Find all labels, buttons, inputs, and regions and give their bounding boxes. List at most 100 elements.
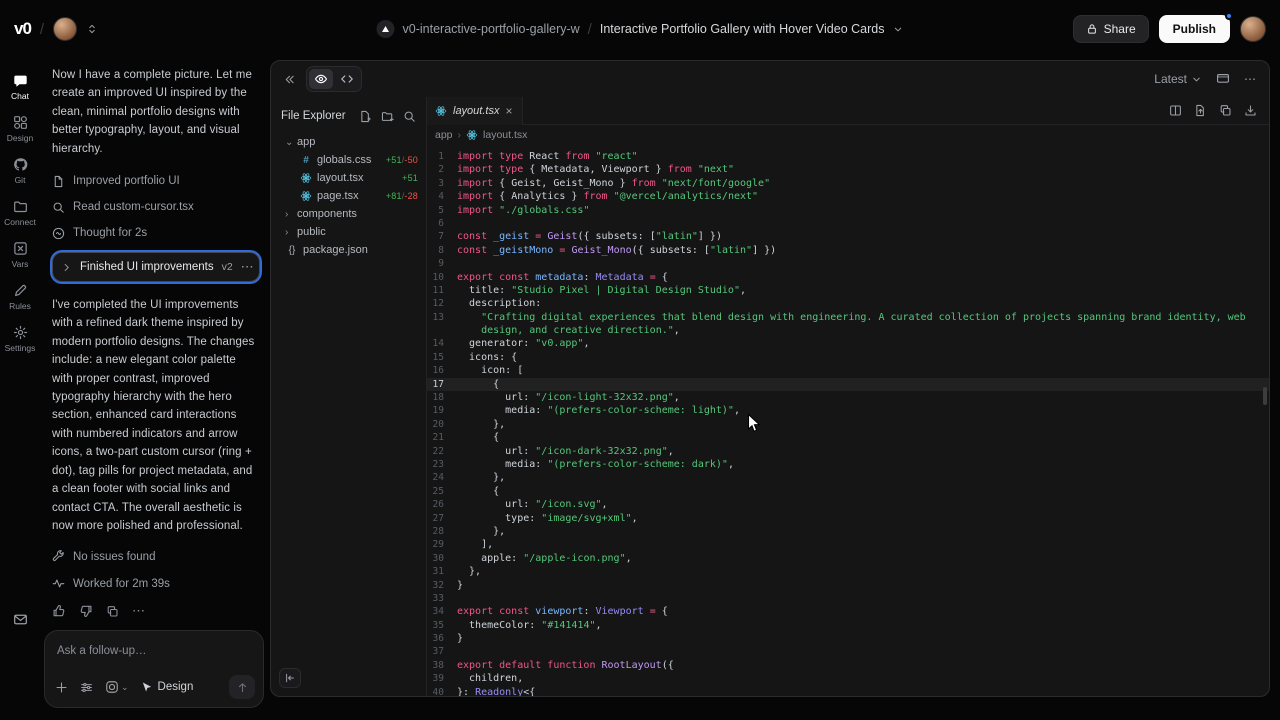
line-number: 13 <box>427 311 457 324</box>
tool-row[interactable]: Thought for 2s <box>52 220 260 246</box>
tree-item-app[interactable]: ⌄app <box>271 133 426 151</box>
file-explorer: File Explorer ⌄app#globals.css+51/-50lay… <box>271 97 427 696</box>
rail-item-label: Connect <box>4 217 36 227</box>
tree-item-page-tsx[interactable]: page.tsx+81/-28 <box>271 187 426 205</box>
code-line: 7const _geist = Geist({ subsets: ["latin… <box>427 230 1269 243</box>
code-text: type: "image/svg+xml", <box>457 512 638 525</box>
wrench-icon <box>52 550 65 563</box>
send-button[interactable] <box>229 675 255 699</box>
line-number: 4 <box>427 190 457 203</box>
close-tab-icon[interactable]: × <box>505 104 512 118</box>
tree-item-layout-tsx[interactable]: layout.tsx+51 <box>271 169 426 187</box>
code-line: 9 <box>427 257 1269 270</box>
tool-row-label: Read custom-cursor.tsx <box>73 201 194 213</box>
rail-item-connect[interactable]: Connect <box>0 192 40 234</box>
mail-icon[interactable] <box>13 612 28 627</box>
project-avatar[interactable] <box>377 20 395 38</box>
settings-sliders-icon[interactable] <box>80 681 93 694</box>
design-mode-button[interactable]: Design <box>141 681 194 693</box>
code-line: 40}: Readonly<{ <box>427 686 1269 696</box>
account-avatar[interactable] <box>1240 16 1266 42</box>
breadcrumb-folder[interactable]: app <box>435 129 453 141</box>
code-line: 12 description: <box>427 297 1269 310</box>
breadcrumb-chat-title[interactable]: Interactive Portfolio Gallery with Hover… <box>600 22 885 36</box>
chevron-down-icon[interactable] <box>892 24 903 35</box>
new-folder-icon[interactable] <box>381 110 394 123</box>
file-icon <box>52 175 65 188</box>
publish-button[interactable]: Publish <box>1159 15 1230 43</box>
react-icon <box>299 172 313 184</box>
rail-item-settings[interactable]: Settings <box>0 318 40 360</box>
new-file-icon[interactable] <box>359 110 372 123</box>
code-text: import { Analytics } from "@vercel/analy… <box>457 190 758 203</box>
split-panel-icon[interactable] <box>1169 104 1182 117</box>
collapse-sidebar-button[interactable] <box>279 668 301 688</box>
rail-item-design[interactable]: Design <box>0 108 40 150</box>
follow-up-input[interactable] <box>57 645 253 657</box>
more-options-icon[interactable]: ⋯ <box>241 259 255 275</box>
line-number: 3 <box>427 177 457 190</box>
tree-item-globals-css[interactable]: #globals.css+51/-50 <box>271 151 426 169</box>
search-icon[interactable] <box>403 110 416 123</box>
thumbs-down-icon[interactable] <box>79 604 93 618</box>
composer: ⌄ Design <box>44 630 264 708</box>
line-number: 2 <box>427 163 457 176</box>
user-avatar[interactable] <box>53 17 77 41</box>
version-dropdown[interactable]: Latest <box>1154 72 1202 86</box>
scrollbar-thumb[interactable] <box>1263 387 1267 405</box>
code-text: }, <box>457 418 505 431</box>
download-icon[interactable] <box>1244 104 1257 117</box>
line-number: 24 <box>427 471 457 484</box>
rail-item-vars[interactable]: Vars <box>0 234 40 276</box>
breadcrumb-project[interactable]: v0-interactive-portfolio-gallery-w <box>403 22 580 36</box>
share-button[interactable]: Share <box>1073 15 1149 43</box>
code-toggle-button[interactable] <box>335 69 359 89</box>
copy-icon[interactable] <box>1219 104 1232 117</box>
code-editor[interactable]: 1import type React from "react"2import t… <box>427 145 1269 696</box>
status-row: Worked for 2m 39s <box>52 570 260 597</box>
github-icon <box>13 157 28 172</box>
tool-row[interactable]: Improved portfolio UI <box>52 168 260 194</box>
line-number: 39 <box>427 672 457 685</box>
device-preview-icon[interactable] <box>1216 72 1230 86</box>
line-number: 19 <box>427 404 457 417</box>
status-row-label: No issues found <box>73 551 155 563</box>
line-number: 16 <box>427 364 457 377</box>
diff-stats: +51 <box>402 173 418 183</box>
rail-item-git[interactable]: Git <box>0 150 40 192</box>
chevron-down-icon: ⌄ <box>285 137 297 148</box>
tree-item-public[interactable]: ›public <box>271 223 426 241</box>
tree-item-package-json[interactable]: {}package.json <box>271 241 426 259</box>
code-line: 39 children, <box>427 672 1269 685</box>
code-text: ], <box>457 538 493 551</box>
attach-plus-icon[interactable] <box>55 681 68 694</box>
tree-item-components[interactable]: ›components <box>271 205 426 223</box>
model-selector[interactable]: ⌄ <box>105 680 129 694</box>
rail-item-chat[interactable]: Chat <box>0 66 40 108</box>
code-line: 17 { <box>427 378 1269 391</box>
code-line: 16 icon: [ <box>427 364 1269 377</box>
code-text: children, <box>457 672 523 685</box>
code-text: url: "/icon.svg", <box>457 498 608 511</box>
version-card[interactable]: Finished UI improvements v2 ⋯ <box>52 252 260 282</box>
preview-toggle-button[interactable] <box>309 69 333 89</box>
line-number: 30 <box>427 552 457 565</box>
vars-icon <box>13 241 28 256</box>
more-options-icon[interactable]: ⋯ <box>132 603 146 619</box>
collapse-panel-icon[interactable] <box>283 73 296 86</box>
json-file-icon: {} <box>285 245 299 256</box>
code-line: 3import { Geist, Geist_Mono } from "next… <box>427 177 1269 190</box>
tree-item-label: page.tsx <box>317 190 359 202</box>
thumbs-up-icon[interactable] <box>52 604 66 618</box>
rail-item-rules[interactable]: Rules <box>0 276 40 318</box>
tree-item-label: components <box>297 208 357 220</box>
tool-row[interactable]: Read custom-cursor.tsx <box>52 194 260 220</box>
breadcrumb-file[interactable]: layout.tsx <box>483 129 527 141</box>
more-options-icon[interactable]: ⋯ <box>1244 72 1257 86</box>
line-number: 18 <box>427 391 457 404</box>
project-switcher-icon[interactable] <box>86 23 98 35</box>
tab-bar: layout.tsx × <box>427 97 1269 125</box>
tab-layout-tsx[interactable]: layout.tsx × <box>427 97 523 125</box>
export-file-icon[interactable] <box>1194 104 1207 117</box>
copy-icon[interactable] <box>106 605 119 618</box>
